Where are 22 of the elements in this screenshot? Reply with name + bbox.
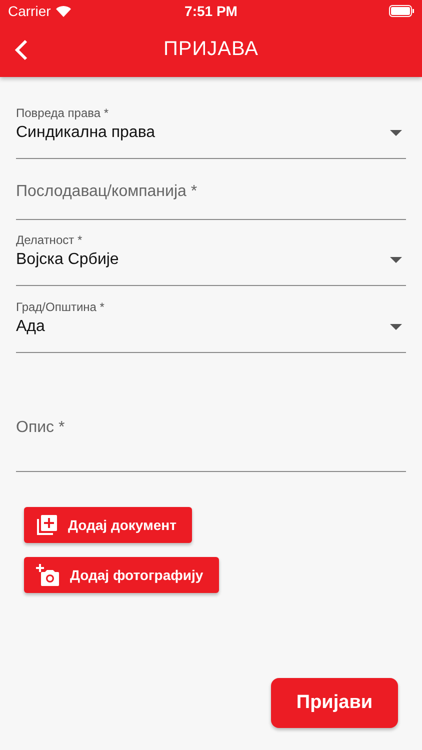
select-value[interactable]: Ада xyxy=(16,318,45,336)
add-photo-icon xyxy=(36,564,60,586)
wifi-icon xyxy=(56,6,71,16)
field-label: Град/Општина * xyxy=(16,300,104,314)
dropdown-caret-icon xyxy=(390,130,402,136)
field-label: Делатност * xyxy=(16,233,82,247)
field-label: Повреда права * xyxy=(16,106,109,120)
select-value[interactable]: Синдикална права xyxy=(16,124,156,142)
battery-icon xyxy=(389,5,414,17)
dropdown-caret-icon xyxy=(390,257,402,263)
clock-time: 7:51 PM xyxy=(184,3,238,19)
back-button[interactable] xyxy=(14,38,30,62)
submit-button[interactable]: Пријави xyxy=(271,678,398,728)
description-field[interactable]: Опис * xyxy=(16,371,406,455)
input-field[interactable]: Послодавац/компанија * xyxy=(16,183,406,219)
add-photo-button[interactable]: Додај фотографију xyxy=(24,557,220,593)
carrier-label: Carrier xyxy=(8,3,51,19)
select-value[interactable]: Војска Србије xyxy=(16,251,119,269)
add-document-button[interactable]: Додај документ xyxy=(24,507,192,543)
page-title: ПРИЈАВА xyxy=(164,38,258,61)
dropdown-caret-icon xyxy=(390,324,402,330)
add-document-icon xyxy=(36,514,58,536)
